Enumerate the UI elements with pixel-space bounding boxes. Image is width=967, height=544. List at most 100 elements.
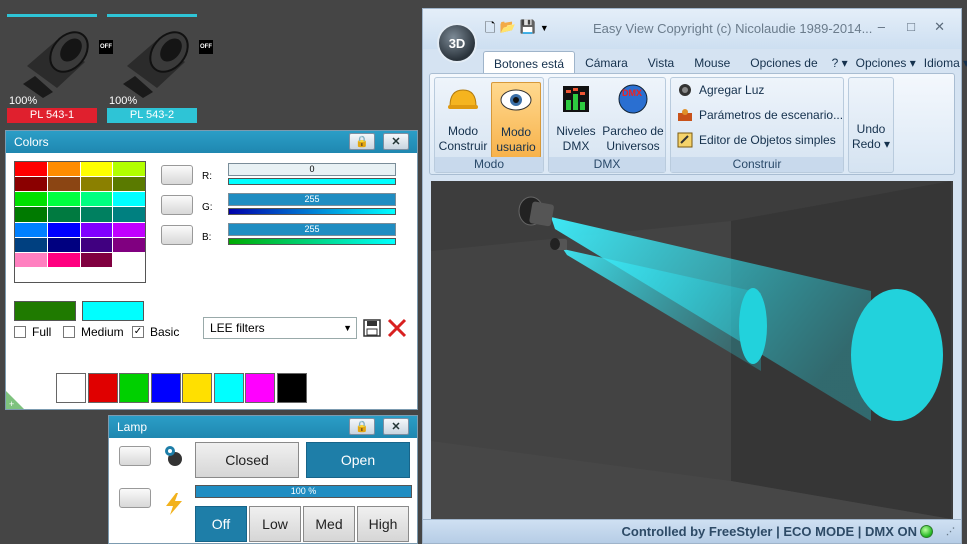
undo-redo-button[interactable]: Undo Redo ▾ <box>849 122 893 152</box>
save-icon[interactable]: 💾 <box>520 19 536 41</box>
full-option[interactable]: Full <box>14 325 51 339</box>
color-swatch[interactable] <box>113 162 145 177</box>
green-value-field[interactable]: 255 <box>228 193 396 206</box>
3d-viewport[interactable] <box>431 181 953 519</box>
color-swatch[interactable] <box>47 222 80 237</box>
red-value-field[interactable]: 0 <box>228 163 396 176</box>
tab-botones[interactable]: Botones está <box>483 51 576 75</box>
color-swatch[interactable] <box>113 192 145 207</box>
high-button[interactable]: High <box>357 506 409 542</box>
modo-construir-button[interactable]: Modo Construir <box>437 82 489 154</box>
color-swatch[interactable] <box>80 207 113 222</box>
basic-option[interactable]: ✓ Basic <box>132 325 179 339</box>
color-swatch[interactable] <box>47 252 80 267</box>
delete-icon[interactable] <box>386 317 408 339</box>
basic-color-swatch[interactable] <box>276 373 307 403</box>
color-swatch[interactable] <box>80 252 113 267</box>
low-button[interactable]: Low <box>249 506 301 542</box>
color-swatch[interactable] <box>113 207 145 222</box>
blue-value-field[interactable]: 255 <box>228 223 396 236</box>
chevron-down-icon[interactable]: ▼ <box>540 19 549 41</box>
idioma-menu[interactable]: Idioma ▾ <box>920 51 967 75</box>
save-icon[interactable] <box>363 319 381 337</box>
color-swatch[interactable] <box>15 222 47 237</box>
lamp-panel: Lamp 🔒 ✕ Closed Open 100 % Off Low Med H… <box>108 415 418 544</box>
help-menu[interactable]: ? ▾ <box>828 51 852 75</box>
basic-color-swatch[interactable] <box>56 373 86 403</box>
colors-panel: Colors 🔒 ✕ R: G: B: 0 255 255 Full Mediu… <box>5 130 418 410</box>
color-swatch[interactable] <box>15 252 47 267</box>
maximize-button[interactable]: □ <box>907 19 915 34</box>
tab-vista[interactable]: Vista <box>638 51 684 75</box>
fixture-pl543-2[interactable]: OFF 100% PL 543-2 <box>107 12 213 124</box>
filter-select-value: LEE filters <box>210 321 265 335</box>
color-swatch[interactable] <box>113 252 145 267</box>
open-folder-icon[interactable]: 📂 <box>499 19 515 41</box>
color-swatch[interactable] <box>15 177 47 192</box>
add-corner-icon[interactable]: + <box>6 391 24 409</box>
tab-camara[interactable]: Cámara <box>575 51 638 75</box>
color-swatch[interactable] <box>80 162 113 177</box>
green-channel-button[interactable] <box>161 195 193 215</box>
full-checkbox[interactable] <box>14 326 26 338</box>
color-swatch[interactable] <box>80 177 113 192</box>
opciones-menu[interactable]: Opciones ▾ <box>852 51 920 75</box>
open-button[interactable]: Open <box>306 442 410 478</box>
niveles-dmx-button[interactable]: Niveles DMX <box>551 82 601 154</box>
medium-label: Medium <box>81 325 124 339</box>
app-menu-orb[interactable]: 3D <box>437 23 477 63</box>
color-swatch[interactable] <box>80 237 113 252</box>
color-swatch[interactable] <box>80 222 113 237</box>
color-swatch[interactable] <box>15 237 47 252</box>
color-swatch[interactable] <box>113 177 145 192</box>
med-button[interactable]: Med <box>303 506 355 542</box>
basic-color-swatch[interactable] <box>182 373 212 403</box>
basic-color-swatch[interactable] <box>213 373 244 403</box>
color-swatch[interactable] <box>47 192 80 207</box>
color-swatch[interactable] <box>80 192 113 207</box>
basic-color-swatch[interactable] <box>245 373 275 403</box>
color-swatch[interactable] <box>47 162 80 177</box>
filter-select[interactable]: LEE filters ▼ <box>203 317 357 339</box>
tab-opciones-de[interactable]: Opciones de <box>740 51 827 75</box>
medium-option[interactable]: Medium <box>63 325 124 339</box>
parcheo-universos-button[interactable]: DMX Parcheo de Universos <box>601 82 665 154</box>
medium-checkbox[interactable] <box>63 326 75 338</box>
lock-icon[interactable]: 🔒 <box>349 133 375 150</box>
red-channel-button[interactable] <box>161 165 193 185</box>
color-swatch[interactable] <box>47 237 80 252</box>
new-file-icon[interactable]: 🗋 <box>485 19 495 41</box>
lock-icon[interactable]: 🔒 <box>349 418 375 435</box>
tab-mouse[interactable]: Mouse <box>684 51 740 75</box>
minimize-button[interactable]: – <box>878 19 885 34</box>
close-button[interactable]: ✕ <box>383 418 409 435</box>
close-window-button[interactable]: ✕ <box>934 19 945 35</box>
basic-color-swatch[interactable] <box>87 373 118 403</box>
color-swatch-grid[interactable] <box>14 161 146 283</box>
color-swatch[interactable] <box>47 177 80 192</box>
editor-objetos-button[interactable]: Editor de Objetos simples <box>677 132 836 148</box>
fixture-pl543-1[interactable]: OFF 100% PL 543-1 <box>7 12 113 124</box>
modo-group-label: Modo <box>435 157 543 172</box>
blue-channel-button[interactable] <box>161 225 193 245</box>
shutter-button[interactable] <box>119 446 151 466</box>
close-button[interactable]: ✕ <box>383 133 409 150</box>
power-button[interactable] <box>119 488 151 508</box>
color-swatch[interactable] <box>113 237 145 252</box>
color-swatch[interactable] <box>15 207 47 222</box>
modo-usuario-button[interactable]: Modo usuario <box>491 82 541 158</box>
off-button[interactable]: Off <box>195 506 247 542</box>
basic-color-swatch[interactable] <box>150 373 181 403</box>
color-swatch[interactable] <box>47 207 80 222</box>
quick-access-toolbar: 🗋 📂 💾 ▼ <box>485 19 549 41</box>
basic-color-swatch[interactable] <box>119 373 149 403</box>
lightning-icon <box>163 492 185 516</box>
color-swatch[interactable] <box>15 162 47 177</box>
parametros-escenario-button[interactable]: Parámetros de escenario... <box>677 107 843 123</box>
color-swatch[interactable] <box>113 222 145 237</box>
closed-button[interactable]: Closed <box>195 442 299 478</box>
agregar-luz-button[interactable]: Agregar Luz <box>677 82 764 98</box>
resize-grip-icon[interactable]: ⋰ <box>946 526 955 537</box>
color-swatch[interactable] <box>15 192 47 207</box>
basic-checkbox[interactable]: ✓ <box>132 326 144 338</box>
